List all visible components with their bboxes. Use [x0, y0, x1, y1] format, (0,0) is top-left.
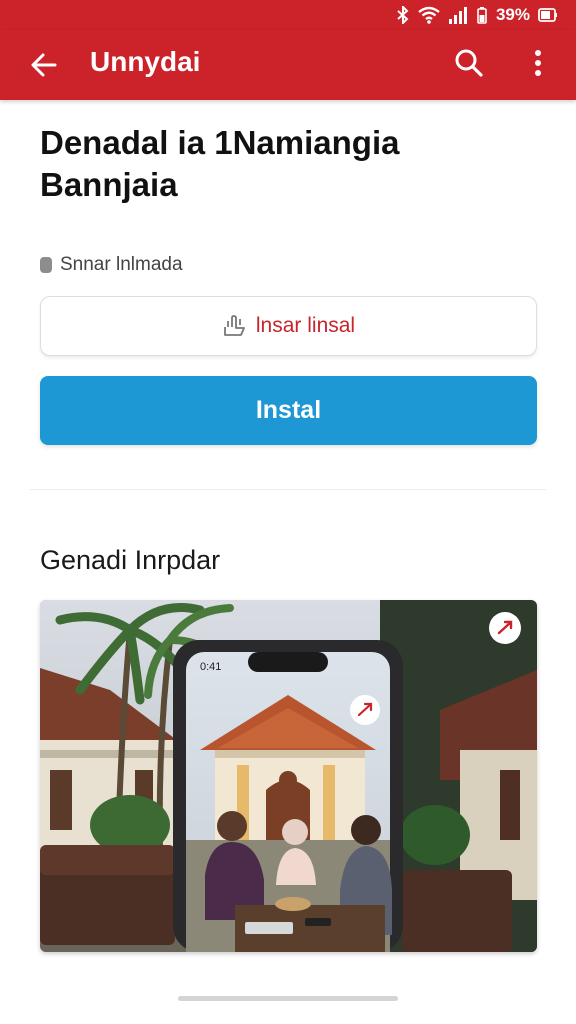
phone-time: 0:41 [200, 661, 221, 673]
status-icons: 39% [396, 5, 558, 25]
install-button[interactable]: Instal [40, 376, 537, 445]
section-divider [30, 489, 546, 490]
secondary-install-label: lnsar linsal [255, 314, 356, 337]
more-vert-icon [535, 50, 541, 76]
app-meta-row: Snnar lnlmada [40, 254, 183, 276]
battery-percentage: 39% [495, 5, 530, 24]
screenshot-illustration: 0:41 [40, 600, 537, 952]
app-name-heading: Denadal ia 1Namiangia Bannjaia [40, 122, 540, 206]
app-name-line-1: Denadal ia 1Namiangia [40, 124, 400, 161]
bluetooth-icon [396, 6, 410, 24]
search-button[interactable] [449, 43, 489, 83]
battery-icon [538, 6, 558, 24]
install-button-label: Instal [255, 396, 322, 424]
back-arrow-icon [31, 53, 57, 77]
app-meta-text: Snnar lnlmada [60, 254, 183, 275]
battery-small-icon [476, 6, 488, 24]
signal-icon [448, 6, 468, 24]
more-options-button[interactable] [518, 43, 558, 83]
status-bar: 39% [0, 0, 576, 30]
search-icon [455, 49, 483, 77]
app-name-line-2: Bannjaia [40, 166, 178, 203]
back-button[interactable] [24, 45, 64, 85]
secondary-install-button[interactable]: lnsar linsal [40, 296, 537, 356]
app-screenshot-preview[interactable]: 0:41 [40, 600, 537, 952]
hand-icon [223, 315, 245, 336]
app-bar-title: Unnydai [90, 46, 201, 77]
app-bar: Unnydai [0, 30, 576, 100]
section-title: Genadi Inrpdar [40, 545, 221, 575]
home-indicator[interactable] [178, 996, 398, 1001]
wifi-icon [418, 6, 440, 24]
developer-icon [40, 257, 52, 273]
